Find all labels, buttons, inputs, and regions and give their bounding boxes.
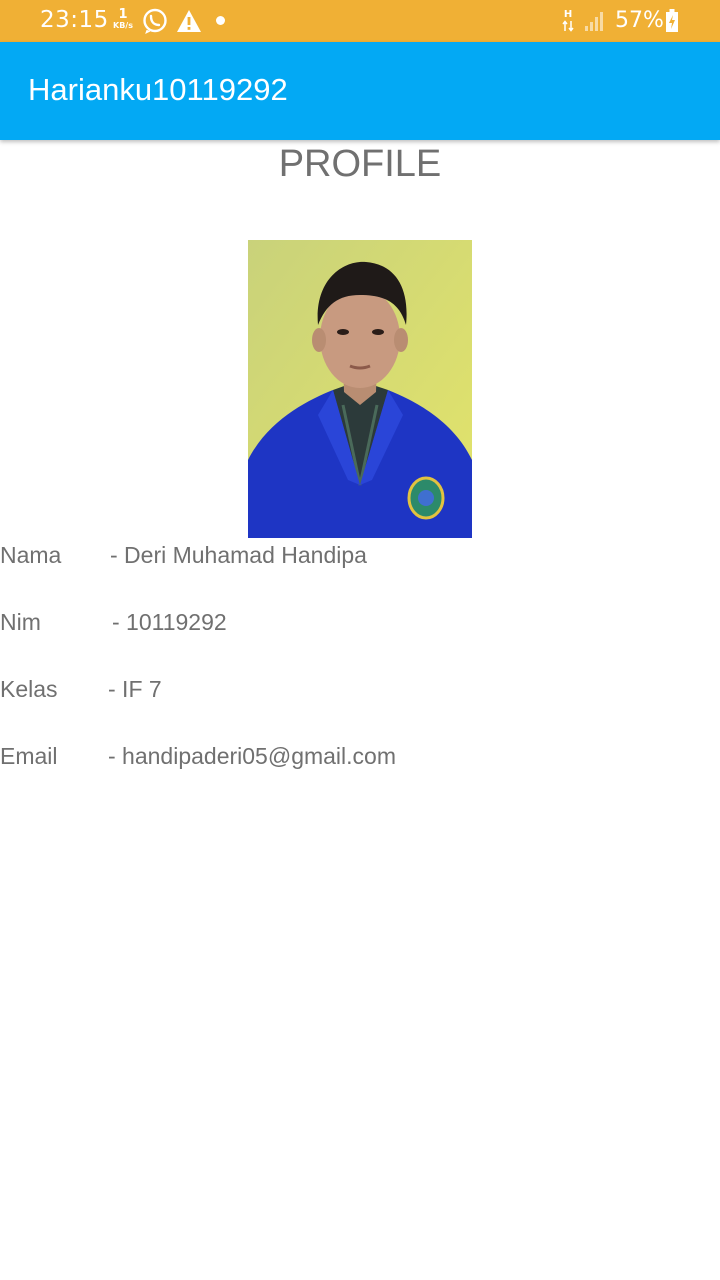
app-bar: Harianku10119292: [0, 42, 720, 140]
network-type: H: [563, 9, 573, 20]
profile-row-email: Email - handipaderi05@gmail.com: [0, 740, 720, 772]
battery-charging-icon: [665, 9, 679, 37]
status-bar: 23:15 1 KB/s H 57%: [0, 0, 720, 42]
profile-label-nim: Nim: [0, 609, 41, 635]
profile-value-nim: - 10119292: [112, 609, 227, 635]
profile-row-kelas: Kelas - IF 7: [0, 673, 720, 705]
page-title: PROFILE: [278, 143, 442, 185]
warning-icon: [176, 9, 202, 37]
profile-label-kelas: Kelas: [0, 676, 58, 702]
data-transfer-icon: H: [562, 9, 574, 35]
network-speed-indicator: 1 KB/s: [110, 8, 136, 30]
status-time: 23:15: [40, 7, 109, 33]
profile-value-email: - handipaderi05@gmail.com: [108, 743, 396, 769]
profile-photo: [248, 240, 472, 538]
network-speed-unit: KB/s: [113, 21, 133, 30]
profile-label-email: Email: [0, 743, 58, 769]
app-title: Harianku10119292: [28, 72, 288, 107]
whatsapp-icon: [142, 8, 168, 38]
notification-dot-icon: [216, 16, 225, 25]
profile-row-nama: Nama - Deri Muhamad Handipa: [0, 539, 720, 571]
profile-value-kelas: - IF 7: [108, 676, 162, 702]
profile-label-nama: Nama: [0, 542, 62, 568]
signal-icon: [584, 11, 606, 35]
profile-row-nim: Nim - 10119292: [0, 606, 720, 638]
network-speed-value: 1: [118, 7, 128, 22]
battery-percentage: 57%: [615, 8, 664, 33]
profile-value-nama: - Deri Muhamad Handipa: [110, 542, 367, 568]
